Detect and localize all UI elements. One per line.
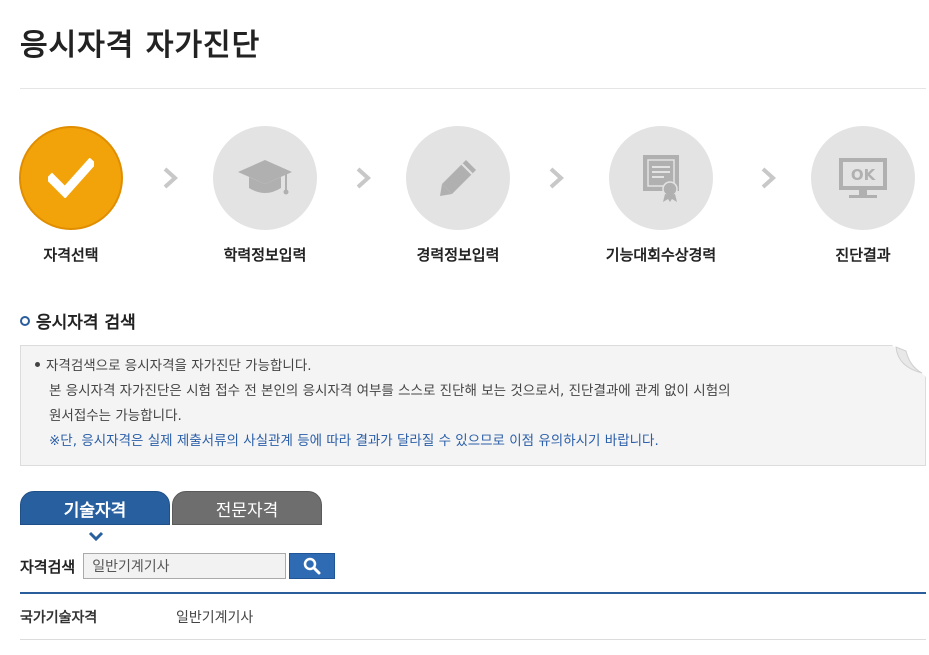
graduation-cap-icon: [238, 160, 292, 195]
result-value: 일반기계기사: [176, 609, 254, 626]
step-label: 기능대회수상경력: [605, 246, 717, 264]
notice-line: 본 응시자격 자가진단은 시험 접수 전 본인의 응시자격 여부를 스스로 진단…: [49, 383, 731, 399]
title-divider: [20, 88, 926, 89]
result-row[interactable]: 국가기술자격 일반기계기사: [20, 594, 926, 640]
search-button[interactable]: [289, 553, 336, 579]
step-circle: OK: [811, 126, 915, 230]
notice-box: 자격검색으로 응시자격을 자가진단 가능합니다. 본 응시자격 자가진단은 시험…: [20, 345, 926, 466]
step-diagnosis-result: OK 진단결과: [788, 126, 929, 265]
section-title-text: 응시자격 검색: [36, 313, 136, 333]
progress-steps: 자격선택 학력정보입력 경력정보입력 기능대회수상경력 OK 진단결과: [0, 126, 929, 276]
page-title: 응시자격 자가진단: [20, 28, 261, 63]
bullet-dot-icon: [35, 361, 40, 367]
notice-line: 원서접수는 가능합니다.: [49, 408, 182, 424]
step-education: 학력정보입력: [190, 126, 340, 265]
step-select-qualification: 자격선택: [0, 126, 146, 265]
tab-technical-qualification[interactable]: 기술자격: [20, 491, 170, 525]
step-circle: [406, 126, 510, 230]
step-label: 진단결과: [835, 246, 891, 264]
notice-warning: ※단, 응시자격은 실제 제출서류의 사실관계 등에 따라 결과가 달라질 수 …: [49, 433, 659, 449]
step-label: 자격선택: [43, 246, 99, 264]
ok-monitor-icon: OK: [839, 158, 887, 198]
step-label: 경력정보입력: [416, 246, 500, 264]
chevron-right-icon: [549, 167, 564, 189]
pencil-icon: [440, 160, 476, 196]
circle-bullet-icon: [20, 315, 30, 326]
page-fold-icon: [892, 345, 926, 377]
step-circle: [213, 126, 317, 230]
notice-line: 자격검색으로 응시자격을 자가진단 가능합니다.: [35, 354, 911, 379]
step-circle: [609, 126, 713, 230]
search-label: 자격검색: [20, 557, 76, 576]
qualification-tabs: 기술자격 전문자격: [20, 491, 322, 525]
search-row: 자격검색: [20, 553, 336, 579]
svg-text:OK: OK: [851, 166, 877, 184]
chevron-right-icon: [356, 167, 371, 189]
tab-professional-qualification[interactable]: 전문자격: [172, 491, 322, 525]
search-input[interactable]: [83, 553, 287, 579]
result-category: 국가기술자격: [20, 609, 98, 626]
step-label: 학력정보입력: [223, 246, 307, 264]
step-career: 경력정보입력: [383, 126, 533, 265]
chevron-right-icon: [761, 167, 776, 189]
step-circle-active: [19, 126, 123, 230]
search-icon: [303, 557, 321, 575]
check-icon: [48, 158, 94, 198]
chevron-right-icon: [163, 167, 178, 189]
chevron-down-icon: [88, 531, 104, 542]
step-competition-award: 기능대회수상경력: [586, 126, 736, 265]
section-title: 응시자격 검색: [20, 308, 136, 333]
certificate-icon: [643, 155, 679, 202]
